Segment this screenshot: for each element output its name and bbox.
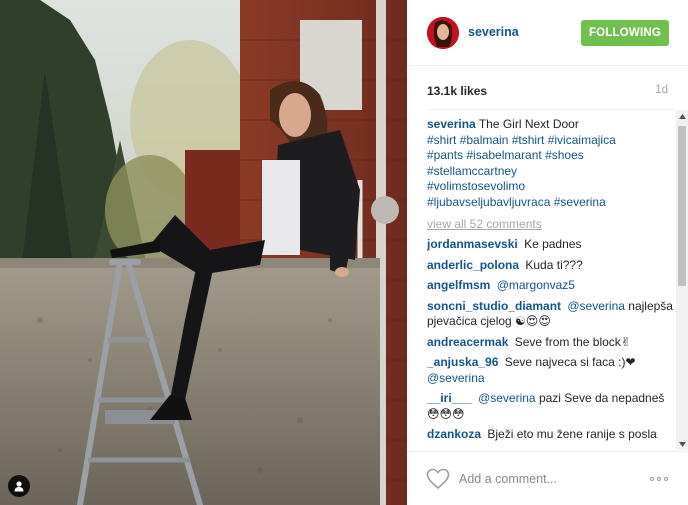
comment-item: soncni_studio_diamant @severina najlepša…	[427, 299, 675, 330]
comment-item: angelfmsm @margonvaz5	[427, 278, 675, 294]
comment-mention[interactable]: @severina	[567, 299, 625, 313]
post-image	[0, 0, 407, 505]
more-dot	[657, 477, 661, 481]
post-age[interactable]: 1d	[655, 84, 668, 96]
following-button[interactable]: FOLLOWING	[581, 20, 669, 46]
comment-item: jordanmasevski Ke padnes	[427, 237, 675, 253]
hashtag-line[interactable]: #shirt #balmain #tshirt #ivicaimajica	[427, 133, 675, 149]
comment-author[interactable]: dzankoza	[427, 427, 481, 441]
hashtag-line[interactable]: #pants #isabelmarant #shoes	[427, 148, 675, 164]
comment-mention[interactable]: @severina	[478, 391, 536, 405]
hashtag-line[interactable]: #stellamccartney	[427, 164, 675, 180]
comment-text: Kuda ti???	[525, 257, 583, 272]
heart-glyph	[426, 468, 450, 490]
comments-scrollbar[interactable]	[676, 110, 688, 450]
hashtag-line[interactable]: #ljubavseljubavljuvraca #severina	[427, 195, 675, 211]
view-all-comments-link[interactable]: view all 52 comments	[427, 217, 675, 232]
comment-mention[interactable]: @margonvaz5	[497, 278, 575, 292]
more-dot	[650, 477, 654, 481]
scroll-down-glyph	[678, 441, 686, 447]
comment-text: Bježi eto mu žene ranije s posla	[487, 427, 657, 441]
comment-author[interactable]: __iri___	[427, 391, 472, 405]
scrollbar-thumb[interactable]	[678, 126, 686, 286]
scroll-up-arrow-icon[interactable]	[676, 110, 688, 122]
more-dot	[664, 477, 668, 481]
person-tag-icon[interactable]	[8, 475, 30, 497]
heart-icon[interactable]	[426, 468, 450, 495]
caption: severina The Girl Next Door #shirt #balm…	[427, 117, 675, 210]
hashtag-line[interactable]: #volimstosevolimo	[427, 179, 675, 195]
comment-author[interactable]: _anjuska_96	[427, 355, 498, 369]
person-tag-glyph	[14, 481, 24, 492]
comment-item: __iri___ @severina pazi Seve da nepadneš…	[427, 391, 675, 422]
post-header: severina FOLLOWING	[407, 0, 688, 66]
post-footer	[407, 451, 688, 505]
comment-item: anderlic_polona Kuda ti???	[427, 258, 675, 274]
comment-text: Seve from the block✌	[514, 334, 631, 349]
comment-item: _anjuska_96 Seve najveca si faca :)❤ @se…	[427, 355, 675, 386]
comment-author[interactable]: anderlic_polona	[427, 258, 519, 272]
scroll-up-glyph	[678, 113, 686, 119]
avatar-image	[427, 17, 459, 49]
caption-text: The Girl Next Door	[478, 117, 579, 131]
comments-list[interactable]: severina The Girl Next Door #shirt #balm…	[427, 109, 675, 451]
comment-author[interactable]: jordanmasevski	[427, 237, 518, 251]
comment-item: andreacermak Seve from the block✌	[427, 335, 675, 351]
comment-text: Ke padnes	[524, 237, 582, 251]
comment-text: Seve najveca si faca :)❤	[504, 355, 636, 369]
username-link[interactable]: severina	[468, 25, 519, 39]
post-detail-panel: severina FOLLOWING 13.1k likes 1d severi…	[407, 0, 688, 505]
comment-author[interactable]: andreacermak	[427, 335, 508, 349]
scroll-down-arrow-icon[interactable]	[676, 438, 688, 450]
post-photo[interactable]	[0, 0, 407, 505]
more-options-icon[interactable]	[650, 477, 668, 481]
comment-author[interactable]: soncni_studio_diamant	[427, 299, 561, 313]
likes-count[interactable]: 13.1k likes	[427, 84, 487, 98]
comment-author[interactable]: angelfmsm	[427, 278, 490, 292]
comment-item: dzankoza Bježi eto mu žene ranije s posl…	[427, 427, 675, 443]
comment-mention[interactable]: @severina	[427, 371, 485, 385]
avatar[interactable]	[427, 17, 459, 49]
add-comment-input[interactable]	[459, 468, 629, 490]
caption-author[interactable]: severina	[427, 117, 476, 131]
